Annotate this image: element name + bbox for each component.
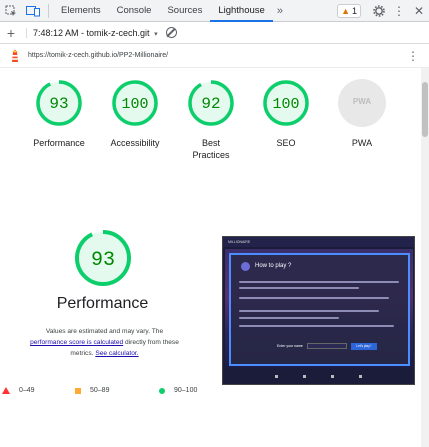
gauge-label: Best Practices [192, 138, 230, 160]
gauge-score: 92 [201, 95, 220, 113]
gauge-ring: 100 [263, 80, 309, 126]
thumbnail-text-line [239, 317, 339, 319]
report-url[interactable]: https://tomik-z-cech.github.io/PP2-Milli… [28, 52, 168, 59]
thumbnail-footer-icon [330, 374, 334, 378]
pass-circle-icon [159, 387, 165, 394]
average-square-icon [75, 387, 81, 394]
thumbnail-modal: How to play ? Enter your name Let's play… [229, 253, 410, 366]
gauge-seo[interactable]: 100 SEO [251, 78, 321, 149]
thumbnail-input-label: Enter your name [277, 344, 303, 348]
chevron-down-icon: ▾ [154, 30, 158, 38]
score-legend: 0–49 50–89 90–100 [0, 387, 240, 401]
gauge-score: 93 [49, 95, 68, 113]
devtools-tabbar: Elements Console Sources Lighthouse » ▲ … [0, 0, 429, 22]
settings-gear-icon[interactable] [369, 0, 389, 22]
thumbnail-text-line [239, 310, 379, 312]
thumbnail-text-line [239, 281, 399, 283]
lighthouse-logo-icon [8, 49, 22, 63]
score-gauges: 93 Performance 100 Accessibility 92 Best… [0, 78, 420, 178]
gauge-label: Accessibility [110, 138, 160, 148]
inspect-element-icon[interactable] [0, 0, 22, 22]
gauge-best-practices[interactable]: 92 Best Practices [176, 78, 246, 161]
gauge-performance[interactable]: 93 Performance [24, 78, 94, 149]
legend-label: 0–49 [19, 387, 35, 394]
thumbnail-help-icon [241, 262, 250, 271]
gauge-score: 100 [121, 96, 148, 113]
thumbnail-name-form: Enter your name Let's play ! [277, 342, 377, 350]
thumbnail-text-line [239, 287, 359, 289]
thumbnail-app-name: MILLIONAIRE [223, 237, 414, 247]
thumbnail-text-line [239, 297, 389, 299]
gauge-accessibility[interactable]: 100 Accessibility [100, 78, 170, 149]
new-report-plus-icon[interactable]: + [0, 25, 22, 41]
more-tabs-button[interactable]: » [273, 5, 287, 17]
issues-count: 1 [351, 5, 357, 16]
lighthouse-toolbar: + 7:48:12 AM - tomik-z-cech.git ▾ [0, 22, 429, 44]
report-url-row: https://tomik-z-cech.github.io/PP2-Milli… [0, 44, 429, 68]
thumbnail-play-button: Let's play ! [350, 342, 377, 350]
see-calculator-link[interactable]: See calculator. [95, 350, 138, 357]
pwa-badge-icon: PWA [338, 79, 386, 127]
issues-badge[interactable]: ▲ 1 [337, 3, 361, 18]
scrollbar-thumb[interactable] [422, 82, 428, 137]
gauge-ring: 92 [188, 80, 234, 126]
legend-average: 50–89 [75, 387, 109, 394]
close-devtools-icon[interactable]: ✕ [409, 0, 429, 22]
tab-lighthouse[interactable]: Lighthouse [210, 0, 273, 22]
performance-big-gauge: 93 [75, 230, 131, 286]
performance-score-link[interactable]: performance score is calculated [30, 339, 123, 346]
gauge-score: 100 [272, 96, 299, 113]
gauge-label: PWA [351, 138, 373, 148]
gauge-label: Performance [33, 138, 85, 148]
thumbnail-text-line [239, 325, 394, 327]
gauge-ring: 100 [112, 80, 158, 126]
gauge-label: SEO [276, 138, 296, 148]
thumbnail-footer-icon [275, 374, 279, 378]
performance-note-line-2: directly from these [123, 339, 179, 346]
thumbnail-name-input [306, 343, 347, 349]
tab-console[interactable]: Console [109, 0, 160, 22]
tab-sources[interactable]: Sources [159, 0, 210, 22]
device-toolbar-icon[interactable] [22, 0, 44, 22]
tab-separator [48, 3, 49, 18]
thumbnail-footer-icon [358, 374, 362, 378]
performance-score: 93 [91, 249, 115, 272]
performance-note: Values are estimated and may vary. The p… [0, 326, 217, 359]
report-selector[interactable]: 7:48:12 AM - tomik-z-cech.git ▾ [26, 27, 158, 38]
thumbnail-footer-icons [223, 368, 414, 384]
legend-pass: 90–100 [159, 387, 197, 394]
performance-title: Performance [56, 295, 149, 312]
clear-reports-icon[interactable] [165, 27, 177, 38]
thumbnail-footer-icon [303, 374, 307, 378]
gauge-pwa[interactable]: PWA PWA [327, 78, 397, 149]
performance-note-line-3: metrics. [70, 350, 94, 357]
fail-triangle-icon [2, 387, 10, 394]
legend-label: 50–89 [90, 387, 110, 394]
final-screenshot-thumbnail[interactable]: MILLIONAIRE How to play ? Enter your nam… [222, 236, 415, 385]
performance-note-line-1: Values are estimated and may vary. The [45, 328, 164, 335]
warning-icon: ▲ [341, 5, 350, 16]
gauge-ring: 93 [36, 80, 82, 126]
more-options-icon[interactable]: ⋮ [389, 0, 409, 22]
report-selector-label: 7:48:12 AM - tomik-z-cech.git [33, 27, 150, 38]
report-menu-icon[interactable]: ⋮ [407, 49, 419, 63]
tab-elements[interactable]: Elements [53, 0, 109, 22]
thumbnail-modal-title: How to play ? [255, 263, 292, 269]
pwa-badge-text: PWA [353, 97, 371, 106]
legend-label: 90–100 [174, 387, 198, 394]
legend-fail: 0–49 [2, 387, 35, 394]
vertical-scrollbar[interactable] [421, 68, 429, 447]
